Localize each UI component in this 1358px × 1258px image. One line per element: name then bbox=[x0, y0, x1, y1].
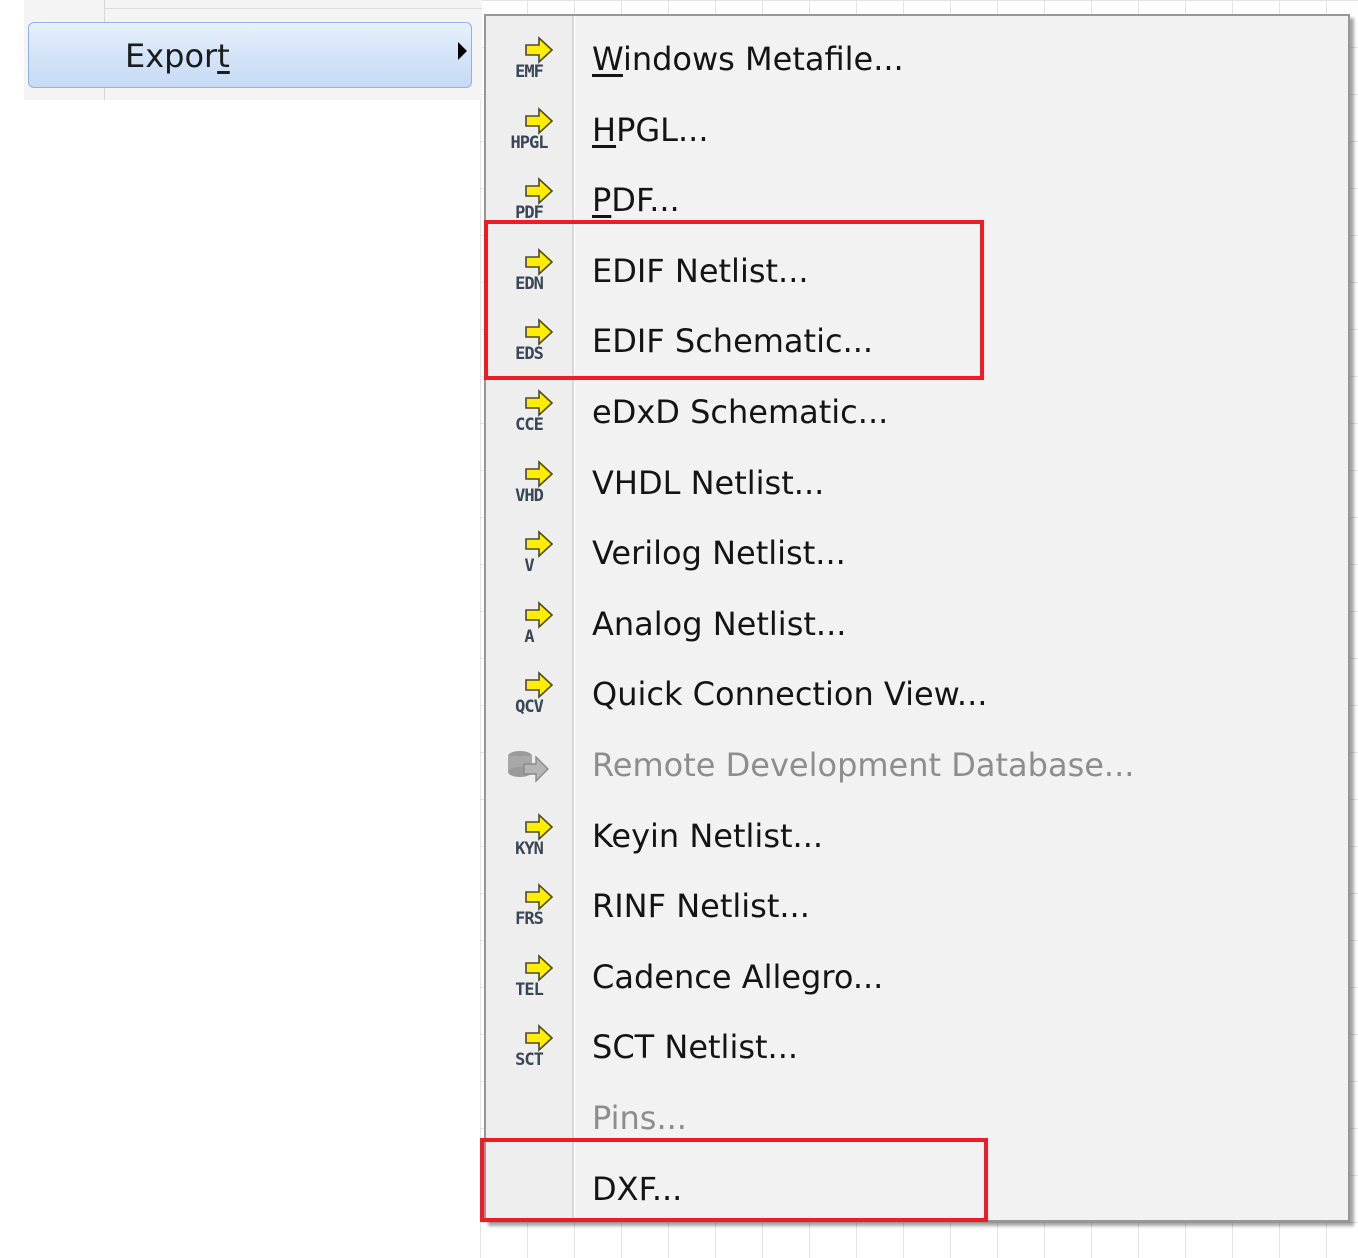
menu-item-vhdl-netlist[interactable]: VHD VHDL Netlist... bbox=[486, 446, 1348, 516]
icon-format-tag: VHD bbox=[515, 485, 544, 506]
menu-item-label: eDxD Schematic... bbox=[592, 393, 889, 431]
export-sct-icon: SCT bbox=[500, 1024, 558, 1076]
export-hpgl-icon: HPGL bbox=[500, 106, 558, 159]
menu-item-sct-netlist[interactable]: SCT SCT Netlist... bbox=[486, 1010, 1348, 1080]
menu-item-label: SCT Netlist... bbox=[592, 1028, 799, 1067]
menu-item-remote-development-database: Remote Development Database... bbox=[486, 728, 1348, 798]
menu-separator bbox=[104, 8, 482, 9]
icon-format-tag: EMF bbox=[515, 62, 544, 82]
menu-item-label: PDF... bbox=[592, 181, 680, 220]
remote-database-icon bbox=[500, 742, 558, 794]
export-tel-icon: TEL bbox=[500, 953, 558, 1006]
menu-item-label: Cadence Allegro... bbox=[592, 957, 884, 996]
menu-item-label: Quick Connection View... bbox=[592, 675, 988, 714]
export-v-icon: V bbox=[500, 530, 558, 582]
menu-item-label: Keyin Netlist... bbox=[592, 816, 824, 855]
icon-format-tag: SCT bbox=[515, 1050, 544, 1071]
menu-item-export[interactable]: Export bbox=[28, 22, 472, 88]
icon-format-tag: V bbox=[524, 556, 534, 577]
menu-item-analog-netlist[interactable]: A Analog Netlist... bbox=[486, 587, 1348, 657]
highlight-box-dxf bbox=[480, 1138, 988, 1222]
export-emf-icon: EMF bbox=[500, 36, 558, 88]
export-cce-icon: CCE bbox=[500, 389, 558, 441]
icon-format-tag: TEL bbox=[515, 979, 544, 1000]
export-qcv-icon: QCV bbox=[500, 671, 558, 723]
menu-item-export-label: Export bbox=[125, 37, 230, 75]
menu-item-label: RINF Netlist... bbox=[592, 887, 810, 926]
menu-item-label: Remote Development Database... bbox=[592, 746, 1135, 784]
menu-item-keyin-netlist[interactable]: KYN Keyin Netlist... bbox=[486, 799, 1348, 869]
export-frs-icon: FRS bbox=[500, 883, 558, 935]
icon-format-tag: FRS bbox=[515, 909, 544, 930]
menu-item-label: Windows Metafile... bbox=[592, 40, 904, 78]
menu-item-edxd-schematic[interactable]: CCE eDxD Schematic... bbox=[486, 375, 1348, 445]
highlight-box-edif bbox=[484, 220, 984, 380]
menu-item-label: Pins... bbox=[592, 1099, 687, 1137]
icon-format-tag: KYN bbox=[515, 838, 544, 859]
export-kyn-icon: KYN bbox=[500, 812, 558, 865]
menu-item-hpgl[interactable]: HPGL HPGL... bbox=[486, 93, 1348, 163]
submenu-arrow-icon bbox=[458, 42, 467, 60]
export-a-icon: A bbox=[500, 600, 558, 653]
export-submenu: EMF Windows Metafile... HPGL HPGL... PDF PDF.… bbox=[484, 14, 1350, 1222]
menu-item-label: Verilog Netlist... bbox=[592, 534, 846, 573]
menu-item-label: HPGL... bbox=[592, 110, 709, 149]
menu-item-label: VHDL Netlist... bbox=[592, 463, 825, 502]
icon-format-tag: QCV bbox=[515, 697, 544, 718]
menu-item-label: Analog Netlist... bbox=[592, 604, 847, 643]
menu-item-verilog-netlist[interactable]: V Verilog Netlist... bbox=[486, 516, 1348, 586]
menu-item-rinf-netlist[interactable]: FRS RINF Netlist... bbox=[486, 869, 1348, 939]
icon-format-tag: CCE bbox=[515, 415, 544, 435]
parent-menu: Export bbox=[24, 0, 482, 100]
menu-item-windows-metafile[interactable]: EMF Windows Metafile... bbox=[486, 22, 1348, 92]
icon-format-tag: A bbox=[524, 626, 534, 647]
icon-format-tag: HPGL bbox=[510, 132, 549, 153]
menu-item-cadence-allegro[interactable]: TEL Cadence Allegro... bbox=[486, 940, 1348, 1010]
menu-item-quick-connection-view[interactable]: QCV Quick Connection View... bbox=[486, 657, 1348, 727]
export-vhd-icon: VHD bbox=[500, 459, 558, 512]
